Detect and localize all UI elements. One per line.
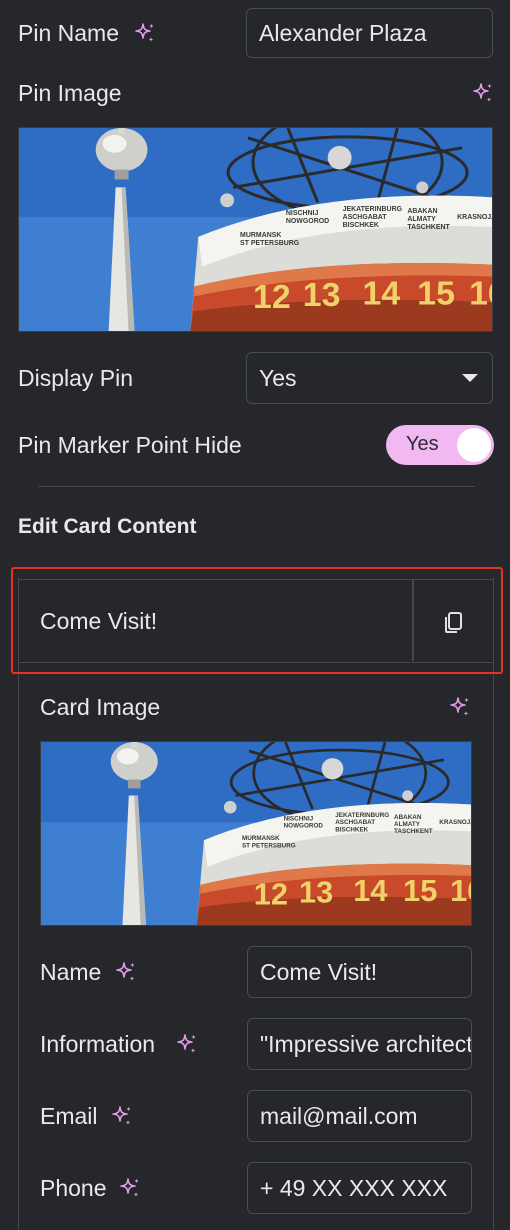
- card-info-label: Information: [40, 1031, 156, 1057]
- display-pin-value: Yes: [259, 364, 297, 391]
- card-name-value: Come Visit!: [260, 958, 378, 985]
- ai-sparkle-icon[interactable]: [448, 695, 472, 719]
- display-pin-select[interactable]: Yes: [246, 352, 493, 404]
- ai-sparkle-icon[interactable]: [118, 1176, 142, 1200]
- edit-card-heading: Edit Card Content: [18, 515, 197, 538]
- section-divider: [38, 486, 475, 487]
- card-info-input[interactable]: "Impressive architecture: [247, 1018, 472, 1070]
- toggle-knob: [457, 428, 491, 462]
- header-separator: [412, 580, 414, 661]
- pin-name-label: Pin Name: [18, 20, 119, 46]
- ai-sparkle-icon[interactable]: [110, 1104, 134, 1128]
- card-name-label: Name: [40, 959, 102, 985]
- pin-image-label: Pin Image: [18, 80, 122, 106]
- card-item-header[interactable]: Come Visit!: [18, 579, 494, 663]
- card-phone-value: + 49 XX XXX XXX: [260, 1174, 448, 1201]
- card-image-preview[interactable]: [40, 741, 472, 926]
- display-pin-label: Display Pin: [18, 365, 134, 391]
- chevron-down-icon: [462, 374, 478, 382]
- pin-name-value: Alexander Plaza: [259, 19, 427, 46]
- card-email-value: mail@mail.com: [260, 1102, 418, 1129]
- toggle-state-text: Yes: [406, 433, 439, 455]
- duplicate-icon[interactable]: [437, 604, 471, 638]
- pin-image-preview[interactable]: [18, 127, 493, 332]
- ai-sparkle-icon[interactable]: [471, 81, 495, 105]
- world-clock-photo: [41, 742, 471, 925]
- ai-sparkle-icon[interactable]: [133, 21, 157, 45]
- card-info-value: "Impressive architecture: [260, 1030, 472, 1057]
- card-email-input[interactable]: mail@mail.com: [247, 1090, 472, 1142]
- marker-hide-label: Pin Marker Point Hide: [18, 432, 242, 458]
- world-clock-photo: [19, 128, 492, 331]
- card-phone-input[interactable]: + 49 XX XXX XXX: [247, 1162, 472, 1214]
- card-image-label: Card Image: [40, 694, 161, 720]
- card-email-label: Email: [40, 1103, 98, 1129]
- marker-hide-toggle[interactable]: Yes: [386, 425, 494, 465]
- ai-sparkle-icon[interactable]: [175, 1032, 199, 1056]
- card-name-input[interactable]: Come Visit!: [247, 946, 472, 998]
- ai-sparkle-icon[interactable]: [114, 960, 138, 984]
- pin-name-input[interactable]: Alexander Plaza: [246, 8, 493, 58]
- card-item-title: Come Visit!: [40, 608, 158, 634]
- card-phone-label: Phone: [40, 1175, 107, 1201]
